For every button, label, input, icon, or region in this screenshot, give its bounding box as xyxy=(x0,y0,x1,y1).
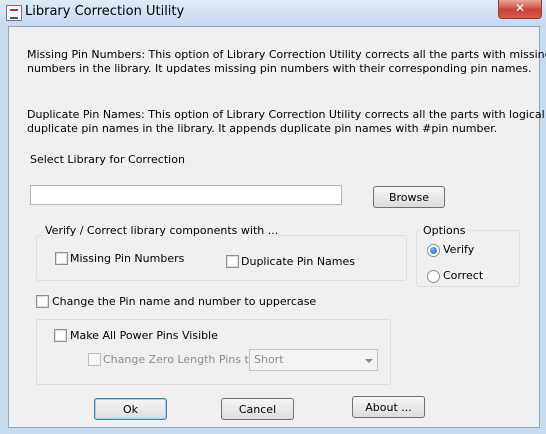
about-button[interactable]: About ... xyxy=(352,396,425,418)
browse-button[interactable]: Browse xyxy=(373,186,445,208)
options-group-legend: Options xyxy=(421,224,468,237)
correct-radio-label[interactable]: Correct xyxy=(443,269,483,282)
zero-length-checkbox[interactable] xyxy=(88,353,101,366)
zero-length-label[interactable]: Change Zero Length Pins to : xyxy=(103,353,263,366)
close-button[interactable]: ✕ xyxy=(498,0,542,19)
verify-correct-group-legend: Verify / Correct library components with… xyxy=(43,224,281,237)
zero-length-selected-value: Short xyxy=(254,353,284,366)
missing-pin-numbers-checkbox[interactable] xyxy=(55,252,68,265)
duplicate-pin-names-checkbox[interactable] xyxy=(226,255,239,268)
missing-pin-description-line-2: numbers in the library. It updates missi… xyxy=(27,62,532,75)
cancel-button[interactable]: Cancel xyxy=(221,398,294,420)
app-icon xyxy=(6,5,22,21)
verify-radio-label[interactable]: Verify xyxy=(443,243,474,256)
verify-radio[interactable] xyxy=(427,244,440,257)
ok-button[interactable]: Ok xyxy=(94,398,167,420)
duplicate-pin-description-line-2: duplicate pin names in the library. It a… xyxy=(27,122,498,135)
duplicate-pin-names-label[interactable]: Duplicate Pin Names xyxy=(241,255,355,268)
power-pins-label[interactable]: Make All Power Pins Visible xyxy=(70,329,218,342)
power-pins-checkbox[interactable] xyxy=(54,329,67,342)
missing-pin-description-line-1: Missing Pin Numbers: This option of Libr… xyxy=(27,48,546,61)
correct-radio[interactable] xyxy=(427,270,440,283)
select-library-label: Select Library for Correction xyxy=(30,153,185,166)
uppercase-label[interactable]: Change the Pin name and number to upperc… xyxy=(52,295,316,308)
duplicate-pin-description-line-1: Duplicate Pin Names: This option of Libr… xyxy=(27,108,545,121)
window-title: Library Correction Utility xyxy=(25,4,185,19)
library-path-input[interactable] xyxy=(30,185,342,205)
zero-length-dropdown[interactable]: Short xyxy=(249,349,378,371)
title-bar: Library Correction Utility ✕ xyxy=(0,0,546,26)
chevron-down-icon xyxy=(365,359,373,363)
dialog-body: Missing Pin Numbers: This option of Libr… xyxy=(8,26,546,428)
missing-pin-numbers-label[interactable]: Missing Pin Numbers xyxy=(70,252,184,265)
uppercase-checkbox[interactable] xyxy=(36,295,49,308)
radio-selected-dot xyxy=(430,247,437,254)
